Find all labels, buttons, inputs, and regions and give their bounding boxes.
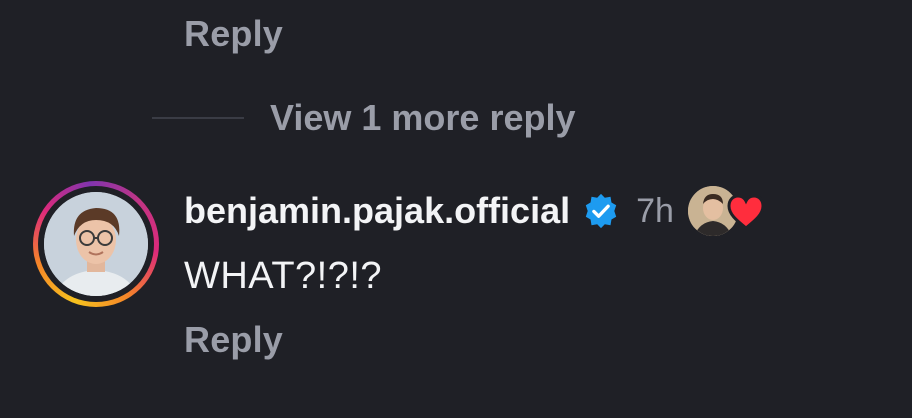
comment-text: WHAT?!?!? — [184, 255, 383, 297]
view-more-replies-button[interactable]: View 1 more reply — [152, 96, 576, 140]
avatar — [44, 192, 148, 296]
comment-thread: Reply View 1 more reply benjamin.pajak.o… — [0, 0, 912, 418]
comment-username[interactable]: benjamin.pajak.official — [184, 186, 570, 236]
comment-header: benjamin.pajak.official 7h — [184, 186, 765, 236]
verified-badge-icon — [582, 192, 620, 230]
view-more-replies-label: View 1 more reply — [270, 97, 576, 138]
comment-timestamp: 7h — [636, 192, 674, 230]
reply-button[interactable]: Reply — [184, 14, 283, 54]
comment-reply-button[interactable]: Reply — [184, 320, 283, 360]
liked-by-author-indicator — [687, 186, 765, 236]
avatar-story-ring[interactable] — [33, 181, 159, 307]
heart-icon — [726, 194, 766, 230]
thread-divider-line — [152, 117, 244, 119]
